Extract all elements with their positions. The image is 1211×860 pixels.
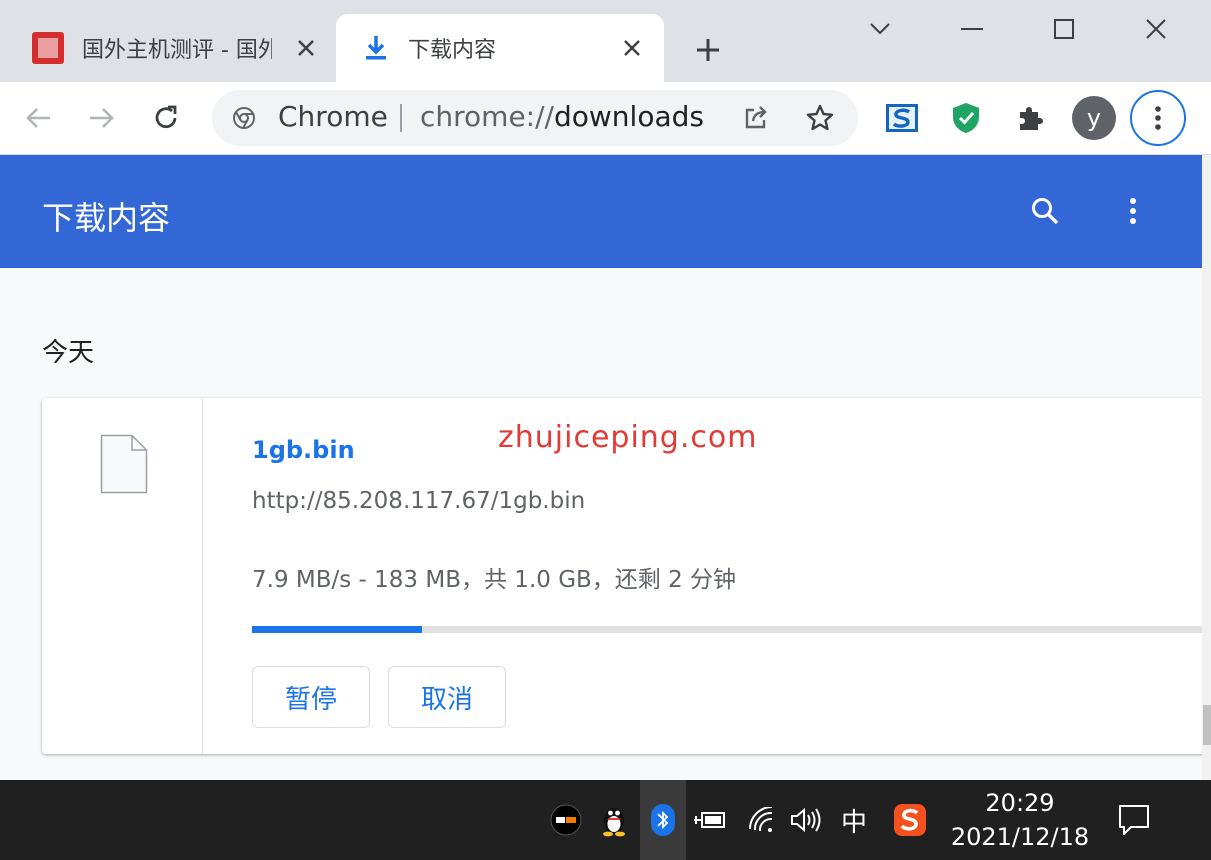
watermark-text: zhujiceping.com bbox=[498, 420, 758, 455]
chrome-logo-icon bbox=[232, 106, 256, 130]
tray-ime-mode[interactable]: 中 bbox=[834, 798, 874, 842]
download-item-card: 1gb.bin zhujiceping.com http://85.208.11… bbox=[42, 398, 1211, 754]
battery-plug-icon bbox=[694, 812, 725, 828]
star-icon bbox=[806, 104, 834, 131]
notification-icon bbox=[1119, 805, 1149, 835]
tray-app-qq[interactable] bbox=[594, 798, 634, 842]
windows-taskbar: 中 20:29 2021/12/18 bbox=[0, 780, 1211, 860]
arrow-left-icon bbox=[26, 108, 50, 128]
pause-button[interactable]: 暂停 bbox=[252, 666, 370, 728]
qq-penguin-icon bbox=[603, 808, 625, 837]
tray-bluetooth[interactable] bbox=[640, 780, 686, 860]
back-button[interactable] bbox=[18, 98, 58, 138]
tray-power[interactable] bbox=[690, 798, 730, 842]
close-tab-icon[interactable] bbox=[294, 36, 318, 60]
file-source-url[interactable]: http://85.208.117.67/1gb.bin bbox=[252, 488, 585, 514]
extensions-button[interactable] bbox=[1010, 98, 1050, 138]
bookmark-button[interactable] bbox=[800, 98, 840, 138]
tab-search-button[interactable] bbox=[860, 14, 900, 44]
chevron-down-icon bbox=[870, 23, 890, 35]
downloads-header: 下载内容 bbox=[0, 155, 1202, 268]
download-icon bbox=[364, 34, 388, 62]
file-name-link[interactable]: 1gb.bin bbox=[252, 436, 355, 464]
date-group-label: 今天 bbox=[42, 338, 95, 368]
share-icon bbox=[745, 106, 767, 129]
browser-menu-button[interactable] bbox=[1130, 90, 1186, 146]
wifi-icon bbox=[749, 807, 773, 832]
share-button[interactable] bbox=[736, 98, 776, 138]
sogou-s-icon bbox=[894, 804, 926, 836]
shield-check-icon bbox=[953, 103, 979, 133]
s-extension-icon bbox=[886, 104, 918, 132]
maximize-icon bbox=[1054, 19, 1074, 39]
minimize-button[interactable] bbox=[952, 14, 992, 44]
tray-app-zhuji[interactable] bbox=[546, 798, 586, 842]
tray-volume[interactable] bbox=[786, 798, 826, 842]
clock-date: 2021/12/18 bbox=[950, 823, 1090, 851]
file-icon bbox=[100, 434, 148, 494]
omnibox-separator bbox=[400, 104, 402, 132]
card-divider bbox=[202, 398, 203, 754]
zhuji-app-icon bbox=[550, 804, 582, 836]
omnibox-origin: Chrome bbox=[278, 100, 388, 133]
profile-initial: y bbox=[1086, 104, 1102, 132]
minimize-icon bbox=[961, 28, 983, 30]
puzzle-icon bbox=[1020, 107, 1043, 130]
taskbar-clock[interactable]: 20:29 2021/12/18 bbox=[940, 786, 1100, 854]
download-progress-bar bbox=[252, 626, 1211, 633]
tab-zhujiceping[interactable]: 国外主机测评 - 国外 bbox=[20, 14, 330, 82]
bluetooth-icon bbox=[651, 804, 675, 836]
new-tab-button[interactable] bbox=[690, 32, 726, 68]
download-status: 7.9 MB/s - 183 MB，共 1.0 GB，还剩 2 分钟 bbox=[252, 567, 737, 593]
profile-avatar[interactable]: y bbox=[1072, 96, 1116, 140]
close-tab-icon[interactable] bbox=[620, 36, 644, 60]
site-favicon-icon bbox=[32, 32, 64, 64]
scrollbar-thumb[interactable] bbox=[1203, 705, 1211, 745]
maximize-button[interactable] bbox=[1044, 14, 1084, 44]
page-scrollbar[interactable] bbox=[1202, 155, 1211, 780]
downloads-menu-button[interactable] bbox=[1113, 191, 1153, 231]
omnibox[interactable]: Chrome chrome://downloads bbox=[212, 90, 858, 146]
extension-s-button[interactable] bbox=[882, 98, 922, 138]
more-vert-icon bbox=[1155, 106, 1161, 130]
tray-sogou-ime[interactable] bbox=[890, 798, 930, 842]
tab-strip: 国外主机测评 - 国外 下载内容 bbox=[0, 0, 1211, 82]
page-title: 下载内容 bbox=[42, 199, 171, 237]
tab-title: 下载内容 bbox=[408, 38, 497, 63]
speaker-icon bbox=[791, 807, 821, 833]
close-window-button[interactable] bbox=[1136, 14, 1176, 44]
download-progress-fill bbox=[252, 626, 422, 633]
downloads-list: 今天 1gb.bin zhujiceping.com http://85.208… bbox=[0, 268, 1211, 780]
more-vert-icon bbox=[1130, 198, 1136, 224]
extension-shield-button[interactable] bbox=[946, 98, 986, 138]
tray-network[interactable] bbox=[742, 798, 782, 842]
reload-button[interactable] bbox=[146, 98, 186, 138]
action-center-button[interactable] bbox=[1114, 798, 1154, 842]
search-downloads-button[interactable] bbox=[1025, 191, 1065, 231]
omnibox-url: chrome://downloads bbox=[420, 100, 704, 133]
cancel-button[interactable]: 取消 bbox=[388, 666, 506, 728]
forward-button[interactable] bbox=[82, 98, 122, 138]
clock-time: 20:29 bbox=[985, 789, 1055, 817]
browser-toolbar: Chrome chrome://downloads y bbox=[0, 82, 1211, 155]
tab-downloads[interactable]: 下载内容 bbox=[336, 14, 664, 82]
plus-icon bbox=[697, 39, 719, 61]
close-icon bbox=[1146, 19, 1166, 39]
search-icon bbox=[1032, 198, 1059, 225]
tab-title: 国外主机测评 - 国外 bbox=[82, 38, 272, 63]
arrow-right-icon bbox=[90, 108, 114, 128]
reload-icon bbox=[155, 105, 177, 129]
